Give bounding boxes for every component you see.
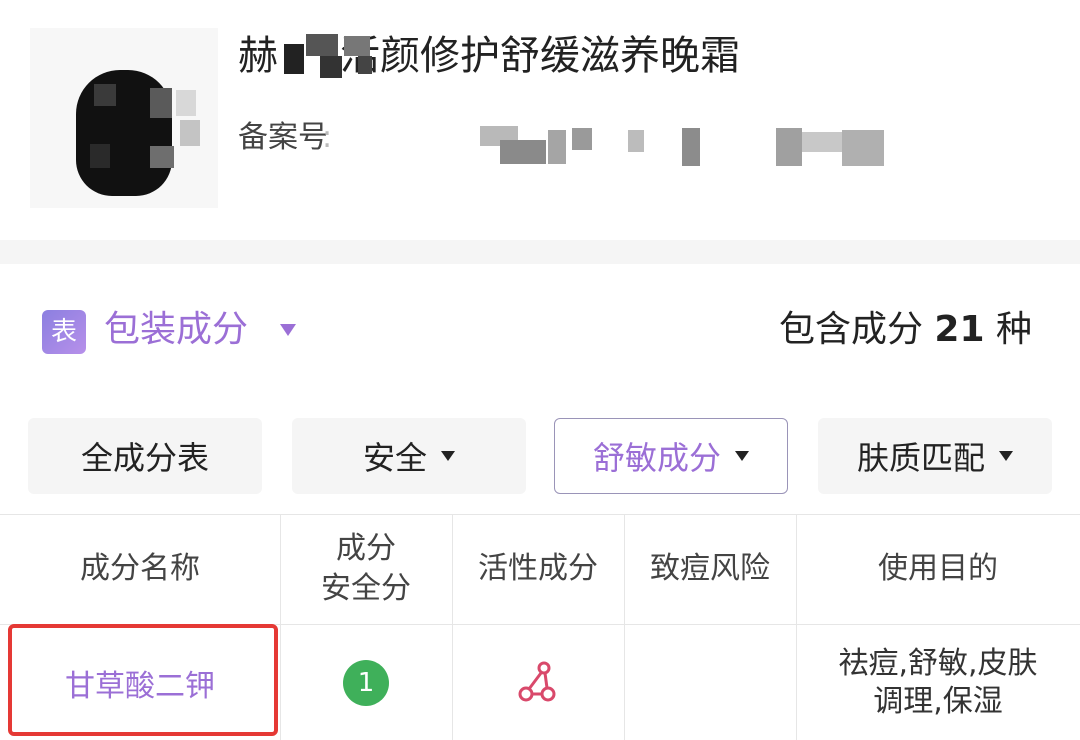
registration-redaction — [628, 130, 644, 152]
registration-redaction — [842, 130, 884, 166]
header-acne-risk: 致痘风险 — [650, 551, 770, 586]
product-title-start: 赫 — [238, 33, 278, 79]
header-active-ingredient: 活性成分 — [478, 551, 598, 586]
caret-down-icon — [735, 451, 749, 461]
count-suffix: 种 — [995, 309, 1032, 350]
table-icon: 表 — [42, 310, 86, 354]
title-redaction — [320, 56, 342, 78]
table-row-active — [452, 626, 624, 740]
count-prefix: 包含成分 — [778, 309, 923, 350]
title-redaction — [306, 34, 338, 56]
header-safety-score-line2: 安全分 — [321, 571, 411, 606]
filter-label: 肤质匹配 — [856, 439, 985, 477]
registration-redaction — [572, 128, 592, 150]
filter-soothing-button[interactable]: 舒敏成分 — [554, 418, 788, 494]
product-image[interactable] — [30, 28, 218, 208]
mosaic-block — [150, 146, 174, 168]
table-row-purpose: 祛痘,舒敏,皮肤 调理,保湿 — [796, 626, 1080, 740]
mosaic-block — [150, 88, 172, 118]
header-safety-score: 成分 安全分 — [280, 514, 452, 624]
product-title-end: 活颜修护舒缓滋养晚霜 — [340, 33, 740, 79]
section-divider — [0, 240, 1080, 264]
section-title[interactable]: 包装成分 — [104, 304, 248, 356]
mosaic-block — [90, 144, 110, 168]
purpose-line-1: 祛痘,舒敏,皮肤 — [838, 646, 1038, 681]
purpose-line-2: 调理,保湿 — [873, 684, 1003, 719]
ingredient-count: 包含成分 21 种 — [779, 304, 1032, 356]
filter-label: 舒敏成分 — [592, 439, 721, 477]
registration-colon-mark: : — [322, 120, 333, 155]
table-row-safety-score: 1 — [280, 626, 452, 740]
title-redaction — [358, 56, 372, 74]
molecule-icon — [518, 661, 556, 702]
filter-safety-button[interactable]: 安全 — [292, 418, 526, 494]
registration-redaction — [682, 128, 700, 166]
highlight-box — [8, 624, 278, 736]
registration-number: 备案号 — [238, 118, 328, 158]
mosaic-block — [180, 120, 200, 146]
header-purpose: 使用目的 — [878, 551, 998, 586]
registration-redaction — [776, 128, 802, 166]
header-safety-score-line1: 成分 — [336, 531, 396, 566]
filter-label: 全成分表 — [80, 439, 209, 477]
safety-score-badge: 1 — [343, 660, 389, 706]
filter-full-list-button[interactable]: 全成分表 — [28, 418, 262, 494]
table-row-acne-risk — [624, 626, 796, 740]
caret-down-icon — [999, 451, 1013, 461]
mosaic-block — [176, 90, 196, 116]
filter-skin-type-button[interactable]: 肤质匹配 — [818, 418, 1052, 494]
registration-redaction — [500, 140, 546, 164]
ingredients-table: 成分名称 成分 安全分 活性成分 致痘风险 使用目的 甘草酸二钾 1 祛痘,舒敏… — [0, 514, 1080, 740]
title-redaction — [344, 36, 370, 56]
ingredients-section-header: 表 包装成分 包含成分 21 种 — [0, 264, 1080, 404]
count-value: 21 — [934, 309, 985, 350]
filter-bar: 全成分表 安全 舒敏成分 肤质匹配 — [0, 404, 1080, 514]
filter-label: 安全 — [362, 439, 427, 477]
caret-down-icon[interactable] — [280, 324, 296, 336]
registration-redaction — [802, 132, 842, 152]
header-ingredient-name: 成分名称 — [80, 551, 200, 586]
caret-down-icon — [441, 451, 455, 461]
title-redaction — [284, 44, 304, 74]
registration-redaction — [548, 130, 566, 164]
mosaic-block — [94, 84, 116, 106]
product-header: 赫 活颜修护舒缓滋养晚霜 备案号 : — [0, 0, 1080, 240]
registration-label: 备案号 — [238, 120, 328, 155]
